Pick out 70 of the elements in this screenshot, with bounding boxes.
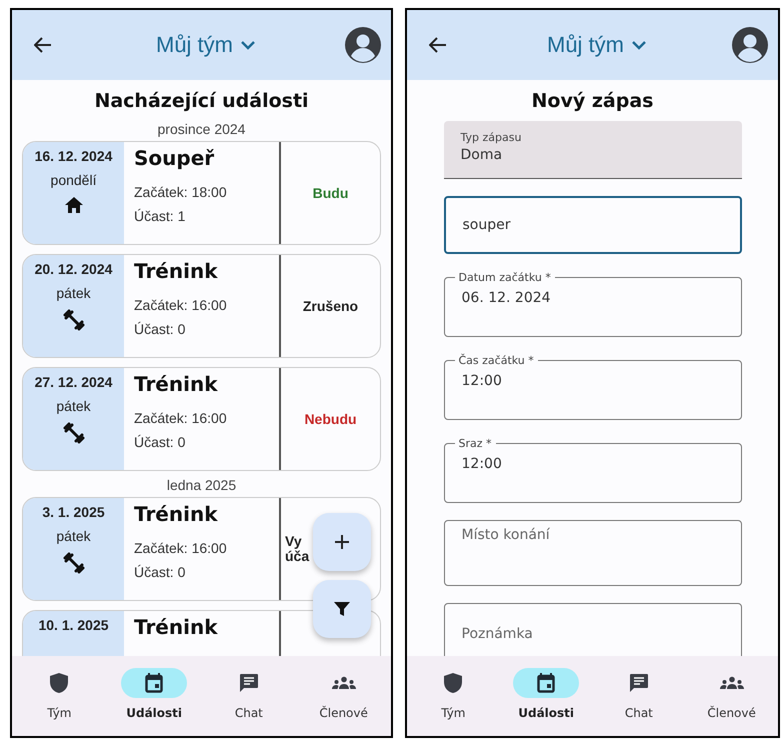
- event-title: Soupeř: [134, 146, 216, 170]
- event-date: 20. 12. 2024: [34, 261, 112, 277]
- event-title: Trénink: [134, 615, 219, 639]
- filter-button[interactable]: [313, 580, 371, 638]
- event-weekday: pátek: [56, 285, 91, 301]
- team-dropdown[interactable]: Můj tým: [156, 32, 255, 58]
- dumbbell-icon: [62, 552, 84, 574]
- match-type-field[interactable]: Typ zápasu Doma: [444, 121, 742, 179]
- event-start-time: Začátek: 16:00: [134, 410, 228, 426]
- event-weekday: pátek: [56, 398, 91, 414]
- nav-tab[interactable]: Chat: [598, 668, 679, 736]
- attendance-status: Vy úča: [285, 534, 310, 564]
- event-card[interactable]: 10. 1. 2025 Trénink: [22, 610, 381, 656]
- event-attendance: Účast: 1: [134, 208, 186, 224]
- group-icon: [720, 676, 744, 690]
- team-dropdown[interactable]: Můj tým: [547, 32, 646, 58]
- chat-icon: [238, 673, 259, 693]
- avatar-icon[interactable]: [732, 27, 768, 63]
- house-icon: [64, 196, 84, 214]
- event-date: 16. 12. 2024: [34, 148, 112, 164]
- opponent-field[interactable]: souper: [444, 196, 742, 254]
- page-heading: Nacházející události: [94, 90, 309, 112]
- avatar-icon[interactable]: [345, 27, 381, 63]
- text-field[interactable]: Místo konání: [444, 520, 742, 586]
- chevron-down-icon: [632, 40, 646, 50]
- shield-icon: [443, 672, 464, 694]
- event-start-time: Začátek: 16:00: [134, 297, 228, 313]
- event-attendance: Účast: 0: [134, 321, 186, 337]
- group-icon: [332, 676, 356, 690]
- event-date: 10. 1. 2025: [38, 617, 109, 633]
- event-date: 3. 1. 2025: [42, 504, 105, 520]
- nav-tab[interactable]: Tým: [19, 668, 100, 736]
- chat-icon: [628, 673, 649, 693]
- back-arrow-icon[interactable]: [429, 37, 447, 53]
- event-title: Trénink: [134, 502, 219, 526]
- nav-tab[interactable]: Členové: [304, 668, 384, 736]
- calendar-icon: [537, 673, 556, 693]
- month-label: prosince 2024: [158, 121, 246, 137]
- nav-tab[interactable]: Tým: [413, 668, 494, 736]
- dumbbell-icon: [62, 309, 84, 331]
- event-title: Trénink: [134, 372, 219, 396]
- shield-icon: [49, 672, 70, 694]
- attendance-status: Nebudu: [304, 411, 357, 427]
- month-label: ledna 2025: [166, 477, 236, 493]
- event-card[interactable]: 20. 12. 2024 pátek Trénink Začátek: 16:00 Účast: 0 Zrušeno: [22, 254, 381, 358]
- event-card[interactable]: 27. 12. 2024 pátek Trénink Začátek: 16:00 Účast: 0 Nebudu: [22, 367, 381, 471]
- attendance-status: Zrušeno: [302, 298, 358, 314]
- event-weekday: pátek: [56, 528, 91, 544]
- back-arrow-icon[interactable]: [34, 37, 52, 53]
- event-card[interactable]: 16. 12. 2024 pondělí Soupeř Začátek: 18:00 Účast: 1 Budu: [22, 141, 381, 245]
- nav-tab[interactable]: Události: [114, 668, 194, 736]
- calendar-icon: [145, 673, 164, 693]
- event-attendance: Účast: 0: [134, 434, 186, 450]
- event-attendance: Účast: 0: [134, 564, 186, 580]
- nav-tab[interactable]: Chat: [208, 668, 289, 736]
- nav-tab[interactable]: Události: [506, 668, 586, 736]
- event-weekday: pondělí: [50, 172, 96, 188]
- text-field[interactable]: Datum začátku * 06. 12. 2024: [444, 271, 742, 337]
- text-field[interactable]: Sraz * 12:00: [444, 437, 742, 503]
- page-heading: Nový zápas: [532, 90, 654, 112]
- attendance-status: Budu: [312, 185, 348, 201]
- event-start-time: Začátek: 16:00: [134, 540, 228, 556]
- text-field[interactable]: Čas začátku * 12:00: [444, 354, 742, 420]
- event-start-time: Začátek: 18:00: [134, 184, 228, 200]
- dumbbell-icon: [62, 422, 84, 444]
- plus-icon: [334, 534, 350, 550]
- event-title: Trénink: [134, 259, 219, 283]
- event-date: 27. 12. 2024: [34, 374, 112, 390]
- nav-tab[interactable]: Členové: [692, 668, 772, 736]
- chevron-down-icon: [241, 40, 255, 50]
